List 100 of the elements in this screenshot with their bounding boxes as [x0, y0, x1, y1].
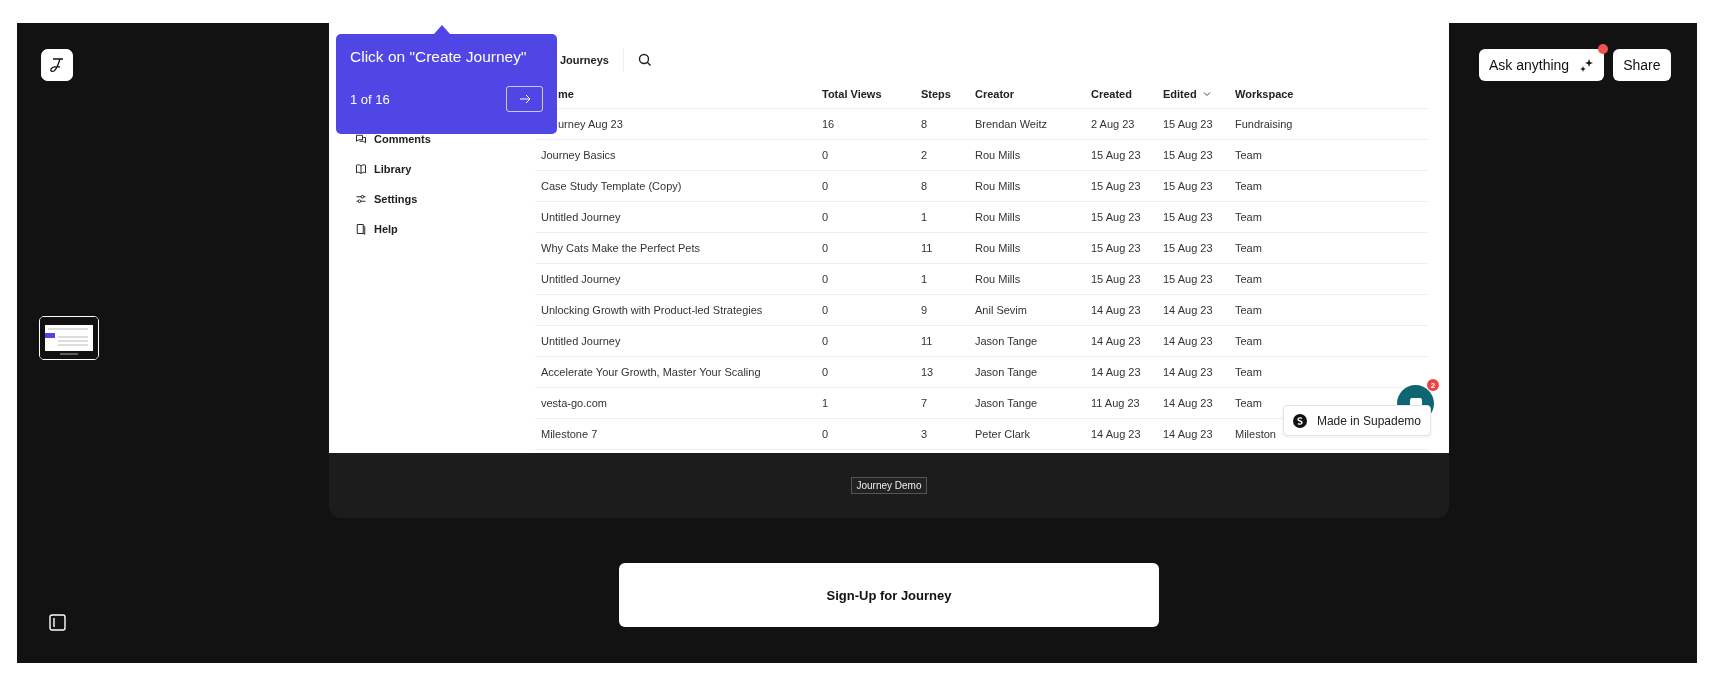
logo-icon — [1292, 413, 1307, 428]
arrow-right-icon — [518, 94, 531, 104]
table-cell: 1 — [921, 273, 928, 285]
table-cell: 15 Aug 23 — [1163, 118, 1213, 130]
table-cell: 7 — [921, 397, 928, 409]
sidebar-toggle-icon[interactable] — [49, 614, 66, 631]
table-cell: 0 — [822, 428, 829, 440]
table-cell: 0 — [822, 242, 829, 254]
table-cell: Anil Sevim — [975, 304, 1027, 316]
column-header[interactable]: Workspace — [1235, 88, 1294, 100]
table-cell: Team — [1235, 211, 1262, 223]
table-cell: Journey Basics — [541, 149, 616, 161]
logo-icon — [41, 49, 73, 81]
table-cell: Jason Tange — [975, 397, 1038, 409]
table-cell: 0 — [822, 211, 829, 223]
signup-button[interactable]: Sign-Up for Journey — [619, 563, 1159, 627]
table-cell: 0 — [822, 304, 829, 316]
table-cell: 13 — [921, 366, 934, 378]
table-cell: Team — [1235, 366, 1262, 378]
table-cell: 14 Aug 23 — [1091, 335, 1141, 347]
table-cell: 8 — [921, 118, 928, 130]
table-cell: Team — [1235, 273, 1262, 285]
table-cell: Brendan Weitz — [975, 118, 1047, 130]
search-icon[interactable] — [637, 53, 652, 67]
sidebar-item-icon — [355, 163, 367, 175]
table-cell: Peter Clark — [975, 428, 1031, 440]
table-cell: 15 Aug 23 — [1163, 273, 1213, 285]
table-cell: Accelerate Your Growth, Master Your Scaling — [541, 366, 761, 378]
table-cell: 16 — [822, 118, 835, 130]
table-cell: 2 Aug 23 — [1091, 118, 1135, 130]
table-cell: 8 — [921, 180, 928, 192]
table-cell: 14 Aug 23 — [1091, 304, 1141, 316]
demo-label: Journey Demo — [851, 477, 927, 494]
table-cell: Untitled Journey — [541, 273, 621, 285]
slide-thumbnail[interactable] — [39, 316, 99, 360]
table-cell: Mileston — [1235, 428, 1276, 440]
table-cell: 1 — [921, 211, 928, 223]
table-cell: 0 — [822, 366, 829, 378]
table-cell: 0 — [822, 273, 829, 285]
share-button[interactable]: Share — [1613, 49, 1671, 81]
table-cell: Why Cats Make the Perfect Pets — [541, 242, 700, 254]
table-cell: Rou Mills — [975, 242, 1021, 254]
table-cell: 0 — [822, 335, 829, 347]
table-cell: 15 Aug 23 — [1163, 149, 1213, 161]
table-cell: Unlocking Growth with Product-led Strategies — [541, 304, 763, 316]
table-cell: 14 Aug 23 — [1091, 366, 1141, 378]
column-header[interactable]: Edited — [1163, 88, 1197, 100]
table-cell: 14 Aug 23 — [1091, 428, 1141, 440]
table-cell: 15 Aug 23 — [1163, 211, 1213, 223]
table-cell: 14 Aug 23 — [1163, 397, 1213, 409]
column-header[interactable]: Steps — [921, 88, 951, 100]
sidebar-item-icon — [355, 133, 367, 145]
sidebar-item-icon — [355, 193, 367, 205]
table-cell: Team — [1235, 335, 1262, 347]
step-counter: 1 of 16 — [350, 91, 390, 107]
table-cell: 14 Aug 23 — [1163, 428, 1213, 440]
table-cell: Milestone 7 — [541, 428, 598, 440]
table-cell: 15 Aug 23 — [1091, 211, 1141, 223]
table-cell: Team — [1235, 149, 1262, 161]
column-header[interactable]: Creator — [975, 88, 1015, 100]
table-cell: 15 Aug 23 — [1091, 180, 1141, 192]
table-cell: Team — [1235, 180, 1262, 192]
table-cell: 14 Aug 23 — [1163, 304, 1213, 316]
table-cell: Jason Tange — [975, 335, 1038, 347]
page-title: Journeys — [560, 54, 609, 66]
table-cell: Untitled Journey — [541, 335, 621, 347]
notification-count: 2 — [1427, 379, 1439, 391]
table-cell: Rou Mills — [975, 211, 1021, 223]
table-cell: Untitled Journey — [541, 211, 621, 223]
table-cell: Rou Mills — [975, 149, 1021, 161]
next-button[interactable] — [506, 86, 543, 112]
table-cell: Rou Mills — [975, 180, 1021, 192]
table-cell: 11 Aug 23 — [1091, 397, 1140, 409]
table-cell: 1 — [822, 397, 829, 409]
table-cell: 11 — [921, 242, 933, 254]
table-cell: 2 — [921, 149, 928, 161]
sidebar-item[interactable]: Library — [355, 160, 535, 178]
table-cell: Fundraising — [1235, 118, 1293, 130]
table-cell: 0 — [822, 149, 829, 161]
table-cell: Rou Mills — [975, 273, 1021, 285]
sidebar-item[interactable]: Settings — [355, 190, 535, 208]
table-cell: 3 — [921, 428, 928, 440]
column-header[interactable]: Created — [1091, 88, 1132, 100]
table-cell: vesta-go.com — [541, 397, 608, 409]
ask-button[interactable]: Ask anything — [1479, 49, 1605, 81]
branding-toast[interactable]: Made in Supademo — [1282, 405, 1431, 436]
sparkle-icon — [1579, 57, 1595, 73]
table-cell: 0 — [822, 180, 829, 192]
table-cell: Team — [1235, 242, 1262, 254]
sidebar-item[interactable]: Help — [355, 220, 535, 238]
table-cell: Case Study Template (Copy) — [541, 180, 682, 192]
sidebar-item[interactable]: Comments — [355, 130, 535, 148]
table-cell: urney Aug 23 — [558, 118, 623, 130]
badge-label: Made in Supademo — [1316, 413, 1421, 428]
table-cell: 15 Aug 23 — [1091, 149, 1141, 161]
table-cell: 15 Aug 23 — [1091, 242, 1141, 254]
table-cell: Jason Tange — [975, 366, 1038, 378]
column-header[interactable]: me — [558, 88, 574, 100]
column-header[interactable]: Total Views — [822, 88, 882, 100]
table-cell: 11 — [921, 335, 933, 347]
